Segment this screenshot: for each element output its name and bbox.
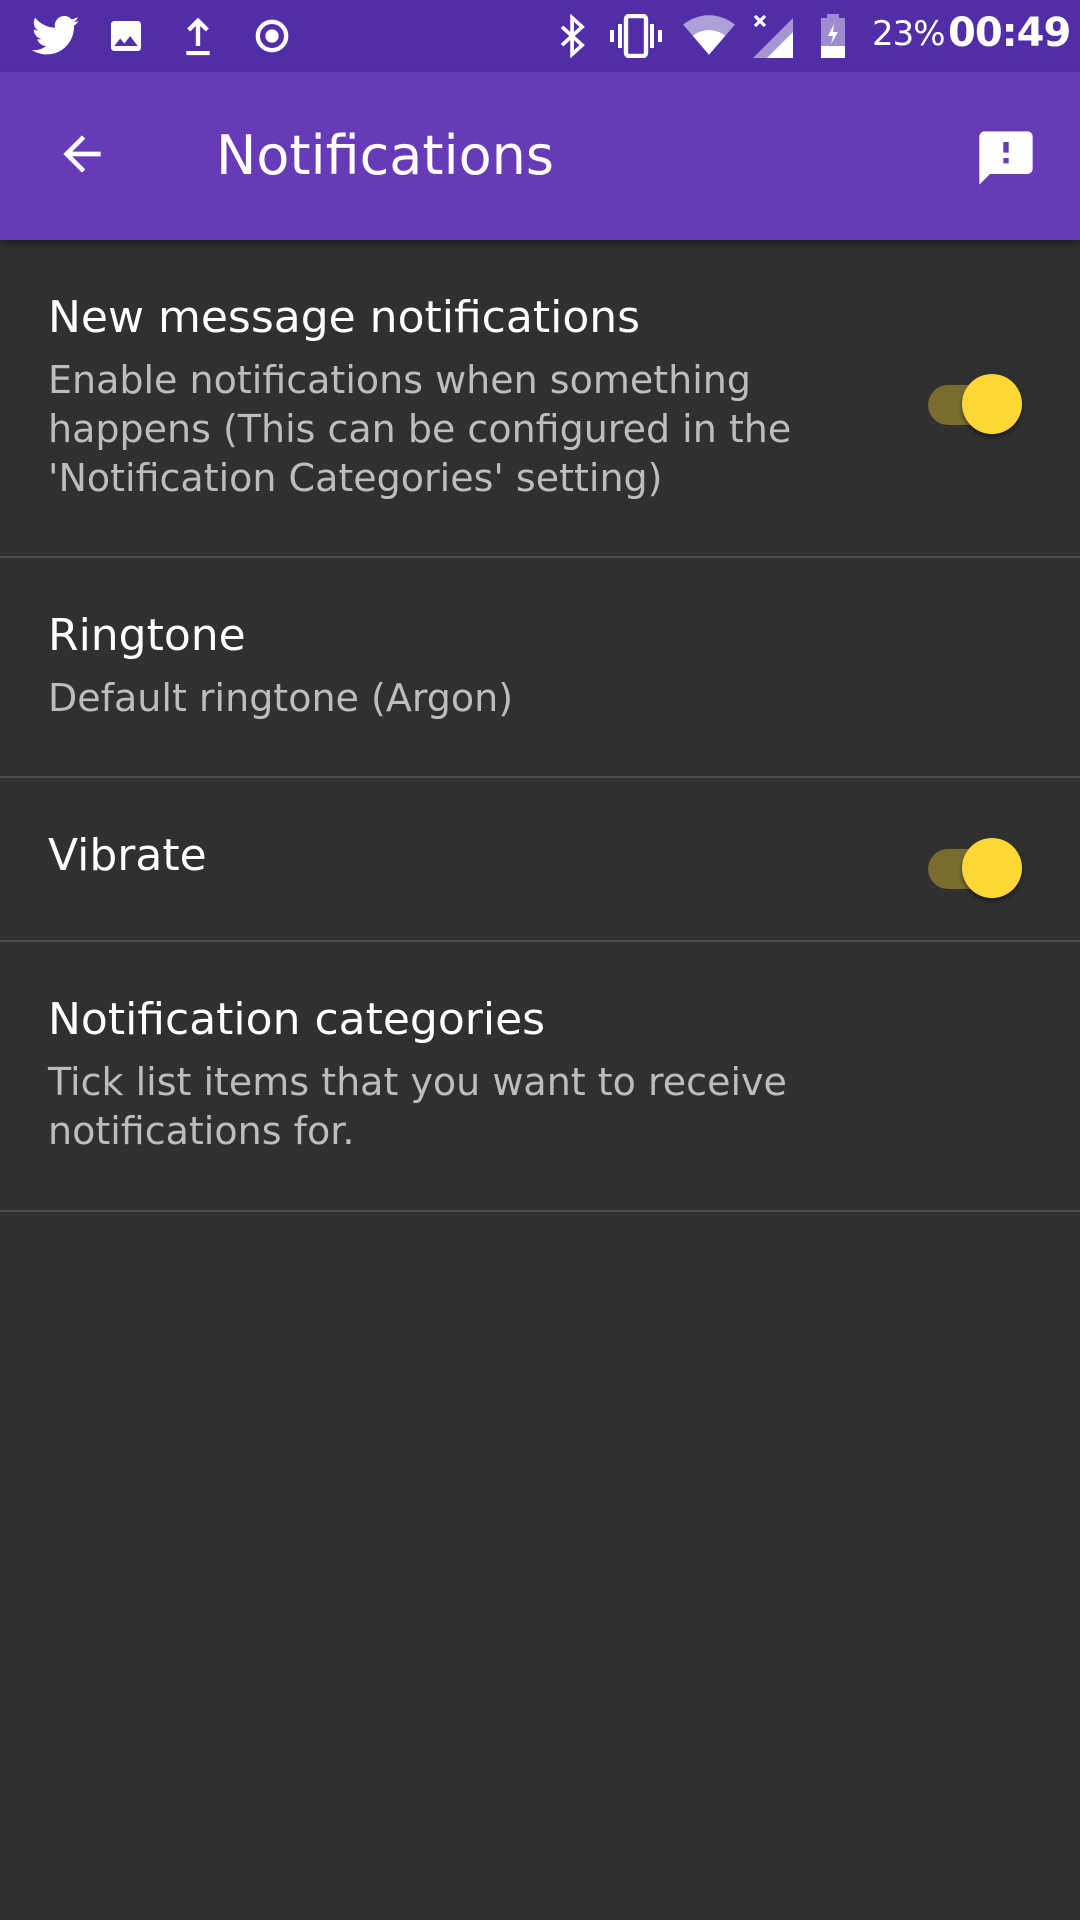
feedback-button[interactable] bbox=[966, 120, 1046, 200]
pref-notification-categories[interactable]: Notification categories Tick list items … bbox=[0, 942, 1080, 1212]
vibrate-toggle[interactable] bbox=[924, 830, 1024, 898]
battery-percent: 23% bbox=[872, 14, 946, 54]
twitter-icon bbox=[28, 0, 84, 72]
app-bar: Notifications bbox=[0, 72, 1080, 240]
back-button[interactable] bbox=[46, 120, 118, 192]
wifi-icon bbox=[682, 0, 736, 72]
page-title: Notifications bbox=[216, 124, 554, 187]
pref-title: New message notifications bbox=[48, 292, 641, 343]
status-bar: 23% 00:49 bbox=[0, 0, 1080, 72]
pref-new-message-notifications[interactable]: New message notifications Enable notific… bbox=[0, 240, 1080, 558]
record-icon bbox=[250, 0, 294, 72]
pref-summary: Default ringtone (Argon) bbox=[48, 676, 514, 720]
pref-title: Notification categories bbox=[48, 994, 546, 1045]
pref-title: Vibrate bbox=[48, 830, 207, 881]
pref-summary: Tick list items that you want to receive… bbox=[48, 1060, 787, 1153]
battery-icon bbox=[816, 0, 850, 72]
bluetooth-icon bbox=[556, 0, 590, 72]
arrow-back-icon bbox=[54, 126, 110, 186]
switch-thumb bbox=[962, 838, 1022, 898]
pref-ringtone[interactable]: Ringtone Default ringtone (Argon) bbox=[0, 558, 1080, 778]
clock: 00:49 bbox=[948, 10, 1071, 56]
image-icon bbox=[104, 0, 148, 72]
signal-icon bbox=[750, 0, 796, 72]
pref-title: Ringtone bbox=[48, 610, 246, 661]
switch-thumb bbox=[962, 374, 1022, 434]
upload-icon bbox=[176, 0, 220, 72]
vibrate-icon bbox=[608, 0, 664, 72]
pref-summary: Enable notifications when something happ… bbox=[48, 358, 792, 500]
pref-vibrate[interactable]: Vibrate bbox=[0, 778, 1080, 942]
new-message-toggle[interactable] bbox=[924, 366, 1024, 434]
feedback-icon bbox=[974, 126, 1038, 194]
